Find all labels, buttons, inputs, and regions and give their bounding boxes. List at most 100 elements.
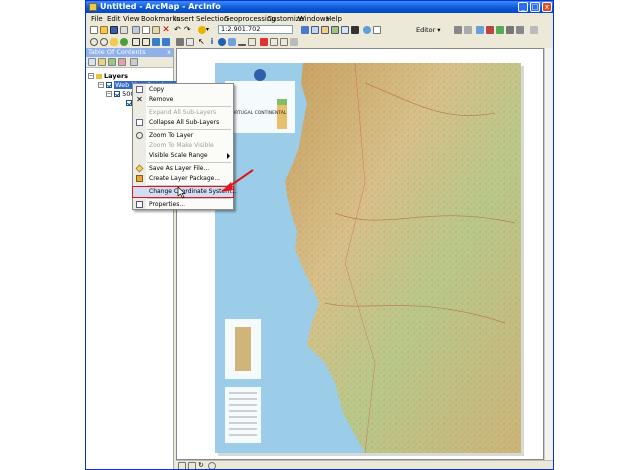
menu-item-collapse-all[interactable]: Collapse All Sub-Layers <box>133 118 233 128</box>
editor-toolbar-icon[interactable] <box>301 26 309 34</box>
properties-icon <box>136 201 143 208</box>
search-window-icon[interactable] <box>331 26 339 34</box>
pan-icon[interactable] <box>110 38 118 46</box>
map-scale-input[interactable]: 1:2.901.702 <box>218 25 293 34</box>
layer-visibility-checkbox[interactable] <box>106 82 112 88</box>
menu-edit[interactable]: Edit <box>107 15 121 23</box>
zoom-out-icon[interactable] <box>100 38 108 46</box>
fixed-zoom-out-icon[interactable] <box>142 38 150 46</box>
select-elements-icon[interactable]: ↖ <box>198 38 206 46</box>
copy-toolbar-icon[interactable] <box>142 26 150 34</box>
new-document-icon[interactable] <box>90 26 98 34</box>
layout-view-icon[interactable] <box>188 462 196 469</box>
menu-item-label: Create Layer Package... <box>149 175 221 182</box>
menu-insert[interactable]: Insert <box>174 15 194 23</box>
model-builder-icon[interactable] <box>363 26 371 34</box>
find-icon[interactable] <box>248 38 256 46</box>
straight-segment-icon[interactable] <box>486 26 494 34</box>
redo-icon[interactable]: ↷ <box>184 26 192 34</box>
open-folder-icon[interactable] <box>100 26 108 34</box>
list-by-source-icon[interactable] <box>98 58 106 66</box>
full-extent-icon[interactable] <box>120 38 128 46</box>
arcmap-window: Untitled - ArcMap - ArcInfo _ □ x File E… <box>85 0 554 470</box>
trace-icon[interactable] <box>506 26 514 34</box>
refresh-icon[interactable]: ↻ <box>198 462 206 469</box>
create-viewer-icon[interactable] <box>290 38 298 46</box>
list-by-visibility-icon[interactable] <box>108 58 116 66</box>
end-point-arc-icon[interactable] <box>496 26 504 34</box>
toc-options-icon[interactable] <box>130 58 138 66</box>
cut-icon[interactable] <box>132 26 140 34</box>
layer-package-icon <box>136 175 143 182</box>
menu-file[interactable]: File <box>91 15 103 23</box>
menu-help[interactable]: Help <box>326 15 342 23</box>
table-of-contents-icon[interactable] <box>311 26 319 34</box>
data-view-icon[interactable] <box>178 462 186 469</box>
menu-item-label: Zoom To Layer <box>149 132 194 139</box>
print-icon[interactable] <box>120 26 128 34</box>
maximize-button[interactable]: □ <box>530 2 540 12</box>
submenu-arrow-icon <box>227 153 230 159</box>
sublayer-visibility-checkbox[interactable] <box>114 91 120 97</box>
layers-root-row[interactable]: − Layers <box>88 72 128 80</box>
html-popup-icon[interactable] <box>228 38 236 46</box>
list-by-drawing-order-icon[interactable] <box>88 58 96 66</box>
menu-separator <box>147 162 231 163</box>
select-features-icon[interactable] <box>176 38 184 46</box>
menu-item-label: Visible Scale Range <box>149 152 208 159</box>
collapse-sublayer-icon[interactable]: − <box>106 91 112 97</box>
layout-status-bar: ↻ <box>176 460 553 469</box>
add-data-icon[interactable] <box>198 26 206 34</box>
find-route-icon[interactable] <box>260 38 268 46</box>
catalog-icon[interactable] <box>321 26 329 34</box>
python-window-icon[interactable] <box>351 26 359 34</box>
fixed-zoom-in-icon[interactable] <box>132 38 140 46</box>
edit-tool-icon[interactable] <box>454 26 462 34</box>
menu-view[interactable]: View <box>123 15 140 23</box>
undo-icon[interactable]: ↶ <box>174 26 182 34</box>
zoom-in-icon[interactable] <box>90 38 98 46</box>
menu-item-label: Remove <box>149 96 174 103</box>
close-button[interactable]: x <box>542 2 552 12</box>
wms-map-image[interactable]: PORTUGAL CONTINENTAL <box>215 63 521 453</box>
help-tool-icon[interactable] <box>373 26 381 34</box>
go-back-icon[interactable] <box>152 38 160 46</box>
menu-item-expand-all: Expand All Sub-Layers <box>133 108 233 118</box>
title-bar: Untitled - ArcMap - ArcInfo _ □ x <box>86 1 553 13</box>
menu-item-properties[interactable]: Properties... <box>133 200 233 210</box>
clear-selection-icon[interactable] <box>186 38 194 46</box>
menu-item-remove[interactable]: ✕ Remove <box>133 95 233 105</box>
save-layer-icon <box>135 164 144 173</box>
zoom-to-layer-icon <box>136 132 143 139</box>
menu-item-copy[interactable]: Copy <box>133 85 233 95</box>
collapse-root-icon[interactable]: − <box>88 73 94 79</box>
menu-windows[interactable]: Windows <box>298 15 329 23</box>
menu-item-visible-scale-range[interactable]: Visible Scale Range <box>133 151 233 161</box>
list-by-selection-icon[interactable] <box>118 58 126 66</box>
editor-menu[interactable]: Editor ▾ <box>416 26 441 34</box>
sublayer-row[interactable]: − 500 <box>106 90 135 98</box>
menu-item-zoom-to-layer[interactable]: Zoom To Layer <box>133 131 233 141</box>
edit-annotation-icon[interactable] <box>464 26 472 34</box>
sketch-tool-icon[interactable] <box>476 26 484 34</box>
copy-icon <box>136 86 143 93</box>
toc-close-button[interactable]: x <box>167 48 171 57</box>
delete-icon[interactable]: ✕ <box>162 26 170 35</box>
edit-vertices-icon[interactable] <box>516 26 524 34</box>
add-data-dropdown-icon[interactable]: ▾ <box>206 26 212 34</box>
save-icon[interactable] <box>110 26 118 34</box>
layers-folder-icon <box>96 73 102 79</box>
go-forward-icon[interactable] <box>162 38 170 46</box>
minimize-button[interactable]: _ <box>518 2 528 12</box>
arctoolbox-icon[interactable] <box>341 26 349 34</box>
hyperlink-icon[interactable] <box>218 38 226 46</box>
paste-icon[interactable] <box>152 26 160 34</box>
collapse-layer-icon[interactable]: − <box>98 82 104 88</box>
vertical-scrollbar[interactable] <box>544 48 553 460</box>
pause-drawing-icon[interactable] <box>208 462 216 469</box>
time-slider-icon[interactable] <box>280 38 288 46</box>
identify-icon[interactable]: i <box>208 38 216 46</box>
attributes-icon[interactable] <box>530 26 538 34</box>
measure-icon[interactable] <box>238 38 246 46</box>
go-to-xy-icon[interactable] <box>270 38 278 46</box>
